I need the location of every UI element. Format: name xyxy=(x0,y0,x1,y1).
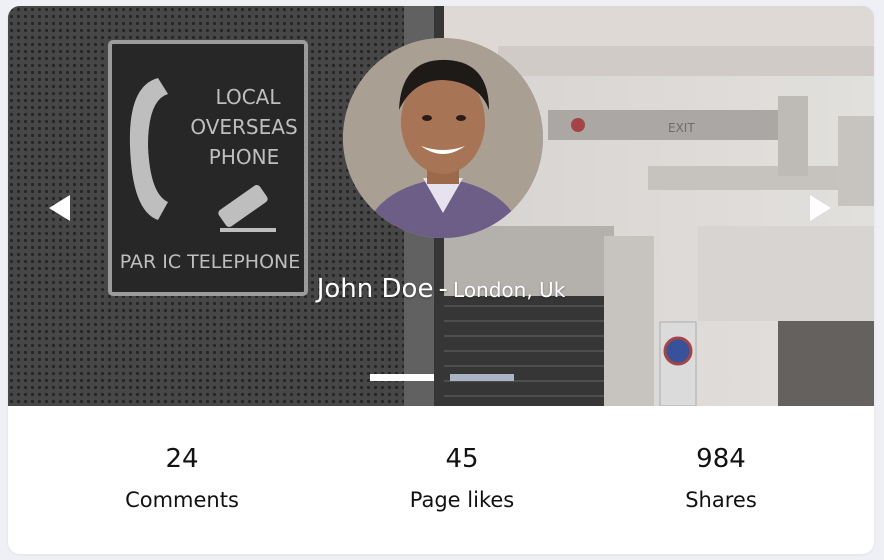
stat-value: 45 xyxy=(445,444,479,474)
cover-carousel: EXIT LOCAL OVERSEAS PHONE PAR IC TELEPHO… xyxy=(8,6,874,406)
stat-value: 24 xyxy=(165,444,199,474)
avatar[interactable] xyxy=(343,38,543,238)
stat-value: 984 xyxy=(696,444,746,474)
stat-comments: 24 Comments xyxy=(82,442,282,514)
carousel-indicators xyxy=(370,374,514,382)
triangle-right-icon xyxy=(810,195,831,221)
profile-location: London, Uk xyxy=(453,278,566,302)
triangle-left-icon xyxy=(49,195,70,221)
profile-name: John Doe xyxy=(316,274,434,304)
stat-label: Comments xyxy=(125,488,239,512)
profile-card: EXIT LOCAL OVERSEAS PHONE PAR IC TELEPHO… xyxy=(8,6,874,554)
caption-separator: - xyxy=(438,274,448,304)
avatar-photo xyxy=(343,38,543,238)
prev-arrow-button[interactable] xyxy=(48,194,72,222)
next-arrow-button[interactable] xyxy=(808,194,832,222)
stat-page-likes: 45 Page likes xyxy=(362,442,562,514)
profile-caption: John Doe - London, Uk xyxy=(8,274,874,304)
stat-label: Page likes xyxy=(409,488,515,512)
stat-label: Shares xyxy=(685,488,757,512)
carousel-indicator-1[interactable] xyxy=(370,374,434,381)
carousel-indicator-2[interactable] xyxy=(450,374,514,381)
stat-shares: 984 Shares xyxy=(621,442,821,514)
stats-bar: 24 Comments 45 Page likes 984 Shares xyxy=(8,406,874,554)
